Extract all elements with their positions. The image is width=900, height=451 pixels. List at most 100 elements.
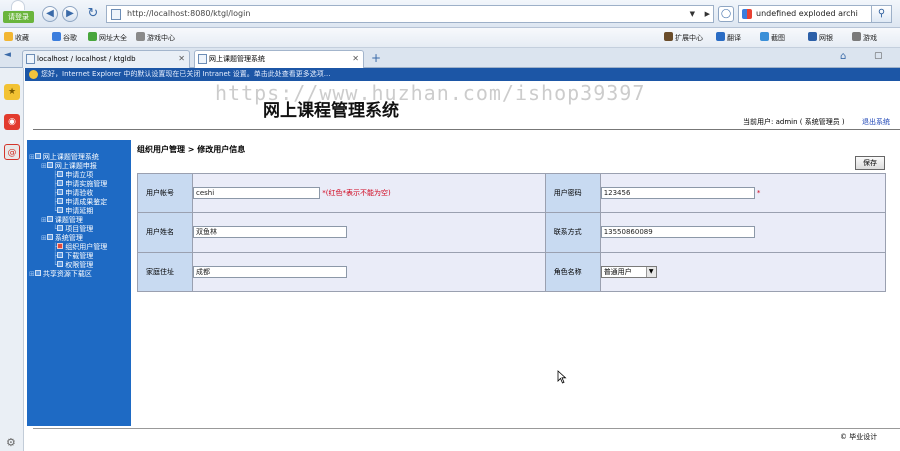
required-note: *(红色*表示不能为空) (322, 189, 391, 198)
weibo-icon[interactable]: ◉ (4, 114, 20, 130)
puzzle-icon (664, 32, 673, 41)
address-bar[interactable]: http://localhost:8080/ktgl/login ▼ ▶ (106, 5, 714, 23)
tab-course-system[interactable]: 网上课题管理系统 ✕ (194, 50, 364, 68)
tree-item-download-manage[interactable]: ├ 下载管理 (53, 252, 93, 261)
password-input[interactable]: 123456 (600, 187, 755, 200)
search-box[interactable]: undefined exploded archi ⚲ (738, 5, 892, 23)
gear-icon[interactable]: ⚙ (6, 436, 16, 449)
contact-input[interactable]: 13550860089 (600, 226, 755, 239)
account-input[interactable]: ceshi (193, 187, 320, 200)
page-icon (57, 189, 64, 195)
new-tab-plus-icon[interactable]: + (368, 51, 384, 65)
contact-label: 联系方式 (544, 212, 601, 253)
bank-icon (808, 32, 817, 41)
name-cell: 双鱼林 (192, 212, 546, 253)
tab-localhost[interactable]: localhost / localhost / ktgldb ✕ (22, 50, 190, 68)
back-arrow-icon[interactable]: ◀ (42, 6, 58, 22)
role-select[interactable]: 普通用户 ▼ (600, 265, 657, 278)
current-user-info: 当前用户: admin ( 系统管理员 ) (743, 118, 845, 126)
folder-icon (34, 270, 41, 276)
mail-icon[interactable]: @ (4, 144, 20, 160)
tree-item-apply-acceptance[interactable]: ├ 申请验收 (53, 189, 93, 198)
address-input[interactable]: 成都 (193, 265, 347, 278)
gamepad-icon (852, 32, 861, 41)
avatar (11, 0, 25, 10)
folder-icon (46, 216, 53, 222)
info-bar[interactable]: 您好，Internet Explorer 中的默认设置现在已关闭 Intrane… (25, 68, 900, 81)
chevron-down-icon[interactable]: ▼ (645, 266, 656, 277)
page-icon (57, 252, 64, 258)
chevron-down-icon[interactable]: ▼ (690, 6, 695, 22)
tree-item-project-manage[interactable]: └ 项目管理 (53, 225, 93, 234)
close-icon[interactable]: ✕ (178, 51, 185, 67)
page-icon (198, 54, 207, 64)
globe-icon (88, 32, 97, 41)
search-engine-icon (742, 9, 752, 19)
tab-bar: ◄ localhost / localhost / ktgldb ✕ 网上课题管… (0, 48, 900, 68)
bookmark-extensions[interactable]: 扩展中心 (664, 28, 703, 48)
url-text[interactable]: http://localhost:8080/ktgl/login (127, 6, 250, 22)
page-icon (57, 207, 64, 213)
save-button[interactable]: 保存 (855, 156, 885, 170)
bookmark-google[interactable]: 谷歌 (52, 28, 77, 48)
search-icon[interactable]: ⚲ (871, 6, 891, 22)
table-row: 家庭住址 成都 角色名称 普通用户 ▼ (137, 251, 887, 293)
bookmark-games[interactable]: 游戏中心 (136, 28, 175, 48)
close-icon[interactable]: ✕ (352, 51, 359, 67)
tree-item-shared-download[interactable]: ⊞ 共享资源下载区 (29, 270, 92, 279)
tree-item-topic-manage[interactable]: ⊞ 课题管理 (41, 216, 83, 225)
name-label: 用户姓名 (137, 212, 193, 253)
address-label: 家庭住址 (137, 251, 193, 293)
home-icon[interactable]: ⌂ (840, 51, 846, 62)
page-icon (57, 261, 64, 267)
page-icon (57, 198, 64, 204)
page-icon (111, 9, 121, 20)
bookmark-favorites[interactable]: 收藏 (4, 28, 29, 48)
trash-icon[interactable]: ▢ (874, 51, 883, 61)
gamepad-icon (136, 32, 145, 41)
bookmark-translate[interactable]: 翻译 (716, 28, 741, 48)
forward-arrow-icon[interactable]: ▶ (62, 6, 78, 22)
name-input[interactable]: 双鱼林 (193, 226, 347, 239)
tree-item-apply-appraisal[interactable]: ├ 申请成果鉴定 (53, 198, 107, 207)
tree-item-apply-implement[interactable]: ├ 申请实施管理 (53, 180, 107, 189)
role-selected-value: 普通用户 (603, 267, 632, 276)
tree-item-user-manage[interactable]: ├ 组织用户管理 (53, 243, 107, 252)
password-cell: 123456 * (599, 172, 887, 214)
tree-item-declare[interactable]: ⊞ 网上课题申报 (41, 162, 97, 171)
bookmark-game2[interactable]: 游戏 (852, 28, 877, 48)
logout-link[interactable]: 退出系统 (862, 117, 890, 127)
google-icon (52, 32, 61, 41)
tree-item-apply-project[interactable]: ├ 申请立项 (53, 171, 93, 180)
tree-item-system-manage[interactable]: ⊞ 系统管理 (41, 234, 83, 243)
search-input[interactable]: undefined exploded archi (756, 6, 868, 22)
table-row: 用户姓名 双鱼林 联系方式 13550860089 (137, 212, 887, 253)
footer-copyright: © 毕业设计 (840, 433, 878, 441)
star-icon (4, 32, 13, 41)
tree-item-permission-manage[interactable]: └ 权限管理 (53, 261, 93, 270)
login-badge[interactable]: 请登录 (2, 0, 34, 26)
tree-root[interactable]: ⊞ 网上课题管理系统 (29, 153, 99, 162)
shield-icon[interactable]: ◯ (718, 6, 734, 22)
page-icon (57, 225, 64, 231)
bookmark-netbank[interactable]: 网银 (808, 28, 833, 48)
tree-item-apply-delay[interactable]: └ 申请延期 (53, 207, 93, 216)
page-icon (57, 243, 64, 249)
browser-side-strip: ★ ◉ @ ⚙ (0, 68, 24, 451)
web-page: https://www.huzhan.com/ishop39397 网上课程管理… (25, 81, 900, 451)
bookmark-screenshot[interactable]: 截图 (760, 28, 785, 48)
go-arrow-icon[interactable]: ▶ (705, 6, 710, 22)
table-row: 用户帐号 ceshi *(红色*表示不能为空) 用户密码 123456 * (137, 172, 887, 214)
translate-icon (716, 32, 725, 41)
refresh-icon[interactable]: ↻ (84, 5, 102, 23)
contact-cell: 13550860089 (599, 212, 887, 253)
star-icon[interactable]: ★ (4, 84, 20, 100)
password-label: 用户密码 (544, 172, 601, 214)
address-cell: 成都 (192, 251, 546, 293)
bookmark-nav[interactable]: 网址大全 (88, 28, 127, 48)
required-star: * (756, 189, 761, 198)
tab-list-icon[interactable]: ◄ (4, 50, 11, 60)
scissors-icon (760, 32, 769, 41)
breadcrumb: 组织用户管理 > 修改用户信息 (137, 145, 246, 154)
page-title: 网上课程管理系统 (263, 101, 399, 121)
